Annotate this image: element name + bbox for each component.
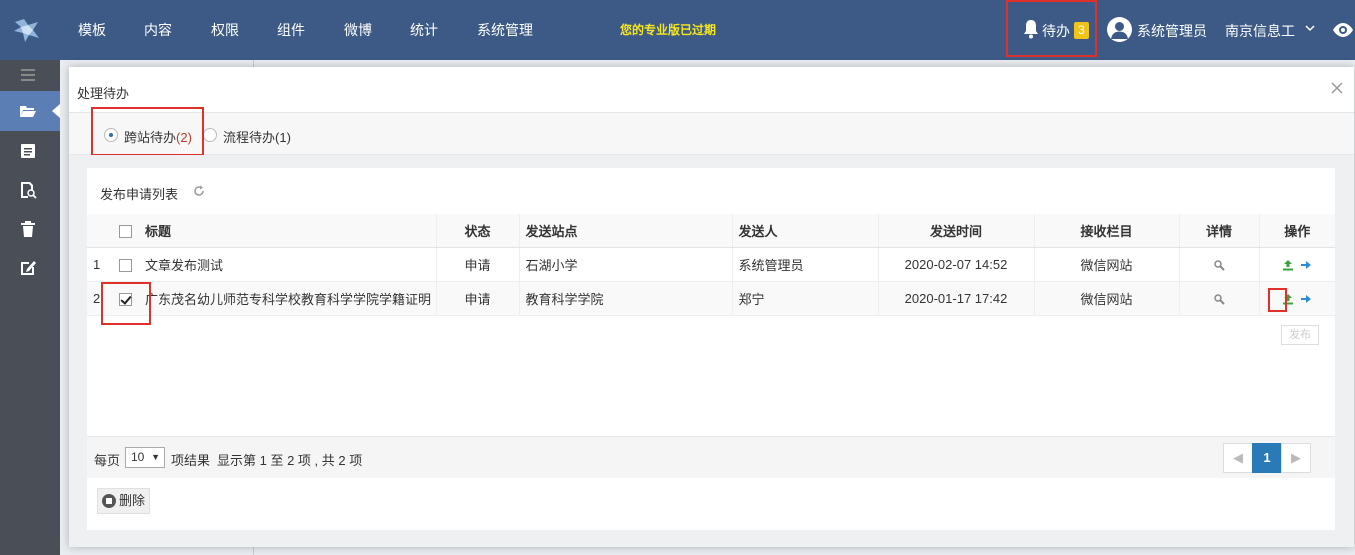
column-header-time[interactable]: 发送时间 [878,214,1035,248]
document-icon[interactable] [19,142,37,160]
row-actions [1259,247,1335,282]
todo-count-badge: 3 [1074,22,1089,39]
user-icon [1111,22,1128,39]
column-header-status[interactable]: 状态 [436,214,520,248]
row-site: 教育科学学院 [519,281,733,316]
nav-item-permission[interactable]: 权限 [211,20,239,40]
magnifier-icon[interactable] [1213,293,1225,305]
tab-workflow-radio[interactable] [203,128,217,142]
menu-toggle-icon[interactable] [19,66,37,84]
table-row[interactable]: 1 文章发布测试 申请 石湖小学 系统管理员 2020-02-07 14:52 … [87,247,1335,282]
column-header-sender[interactable]: 发送人 [732,214,879,248]
magnifier-icon[interactable] [1213,259,1225,271]
avatar[interactable] [1107,17,1132,42]
row-title[interactable]: 文章发布测试 [139,247,437,282]
refresh-icon[interactable] [193,185,205,197]
eye-icon[interactable] [1332,22,1354,38]
row-select [112,247,139,282]
select-all-checkbox[interactable] [119,224,132,238]
search-document-icon[interactable] [19,181,37,199]
column-header-site[interactable]: 发送站点 [519,214,733,248]
page-size-select[interactable]: 10 ▼ [125,447,165,468]
row-status: 申请 [436,281,520,316]
per-page-label: 每页 [94,453,121,468]
row-status: 申请 [436,247,520,282]
row-target: 微信网站 [1034,247,1180,282]
todo-modal: 处理待办 跨站待办(2) 流程待办(1) 发布申请列表 标题 状态 发送站点 发… [69,67,1354,547]
publish-tooltip: 发布 [1281,325,1319,345]
tab-workflow-count: (1) [275,130,291,145]
tab-workflow-label: 流程待办 [223,130,276,145]
expired-notice: 您的专业版已过期 [620,23,717,37]
prev-page-button[interactable]: ◀ [1223,443,1253,473]
publish-highlight-box [1268,288,1287,312]
bell-icon[interactable] [1022,19,1040,39]
sidebar-active-pointer [52,104,60,118]
logo-icon[interactable] [12,16,42,44]
select-all-header [112,214,139,248]
top-navbar: 模板 内容 权限 组件 微博 统计 系统管理 您的专业版已过期 待办 3 系统管… [0,0,1355,60]
index-header [87,214,112,248]
tab-workflow[interactable]: 流程待办(1) [223,127,291,146]
nav-item-template[interactable]: 模板 [78,20,106,40]
table-row[interactable]: 2 广东茂名幼儿师范专科学校教育科学学院学籍证明（黄 申请 教育科学学院 郑宁 … [87,281,1335,316]
select-arrow-icon: ▼ [151,452,160,462]
todo-button[interactable]: 待办 [1042,21,1070,41]
trash-icon[interactable] [19,220,37,238]
nav-item-content[interactable]: 内容 [144,20,172,40]
checkbox-highlight-box [101,282,151,325]
results-summary: 显示第 1 至 2 项 , 共 2 项 [217,453,363,468]
delete-label: 删除 [119,493,146,508]
row-time: 2020-01-17 17:42 [878,281,1035,316]
request-table: 标题 状态 发送站点 发送人 发送时间 接收栏目 详情 操作 1 文章发布测试 … [87,214,1335,316]
row-target: 微信网站 [1034,281,1180,316]
table-header-row: 标题 状态 发送站点 发送人 发送时间 接收栏目 详情 操作 [87,214,1335,248]
row-checkbox[interactable] [119,258,132,272]
tab-highlight-box [91,107,204,156]
nav-item-statistics[interactable]: 统计 [410,20,438,40]
todo-tabs: 跨站待办(2) 流程待办(1) [69,113,1354,155]
page-button-current[interactable]: 1 [1252,443,1282,473]
row-sender: 系统管理员 [732,247,879,282]
publish-request-panel: 发布申请列表 标题 状态 发送站点 发送人 发送时间 接收栏目 详情 操作 1 … [87,168,1335,530]
user-name[interactable]: 系统管理员 [1137,21,1207,41]
page-size-value: 10 [131,450,145,464]
column-header-title[interactable]: 标题 [139,214,437,248]
publish-icon[interactable] [1282,259,1294,271]
row-time: 2020-02-07 14:52 [878,247,1035,282]
close-icon[interactable] [1330,81,1344,95]
stop-icon [102,493,116,508]
delete-button[interactable]: 删除 [97,488,151,514]
nav-item-component[interactable]: 组件 [277,20,305,40]
row-index: 1 [87,247,112,282]
site-switcher[interactable]: 南京信息工 [1225,21,1295,41]
nav-item-weibo[interactable]: 微博 [344,20,372,40]
row-sender: 郑宁 [732,281,879,316]
pagination: ◀ 1 ▶ [1223,443,1311,473]
column-header-target[interactable]: 接收栏目 [1034,214,1180,248]
chevron-down-icon[interactable] [1304,22,1316,34]
row-title[interactable]: 广东茂名幼儿师范专科学校教育科学学院学籍证明（黄 [139,281,437,316]
column-header-detail: 详情 [1179,214,1260,248]
nav-item-system[interactable]: 系统管理 [477,20,533,40]
panel-title: 发布申请列表 [100,187,179,202]
forward-arrow-icon[interactable] [1300,293,1312,305]
modal-title: 处理待办 [77,86,130,101]
row-detail [1179,281,1260,316]
table-footer: 每页 10 ▼ 项结果 显示第 1 至 2 项 , 共 2 项 ◀ 1 ▶ [87,436,1335,478]
column-header-action: 操作 [1259,214,1335,248]
edit-icon[interactable] [19,259,37,277]
row-detail [1179,247,1260,282]
next-page-button[interactable]: ▶ [1281,443,1311,473]
row-site: 石湖小学 [519,247,733,282]
forward-arrow-icon[interactable] [1300,259,1312,271]
left-sidebar [0,60,60,555]
results-label: 项结果 [171,453,211,468]
folder-open-icon[interactable] [19,102,37,120]
